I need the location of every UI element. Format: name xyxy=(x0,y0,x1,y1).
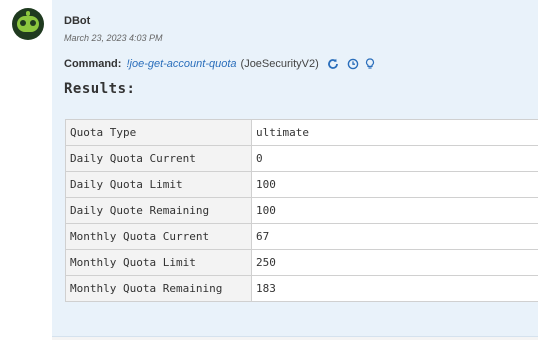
table-row: Monthly Quota Limit 250 xyxy=(65,249,538,276)
lightbulb-icon[interactable] xyxy=(365,58,375,70)
avatar-column xyxy=(0,0,52,340)
row-key: Monthly Quota Current xyxy=(65,223,252,250)
row-key: Quota Type xyxy=(65,119,252,146)
table-row: Monthly Quota Current 67 xyxy=(65,223,538,250)
row-value: 0 xyxy=(251,145,538,172)
row-value: 183 xyxy=(251,275,538,302)
results-table: Quota Type ultimate Daily Quota Current … xyxy=(65,119,538,302)
table-row: Daily Quota Limit 100 xyxy=(65,171,538,198)
avatar-eye-left xyxy=(20,20,26,26)
table-row: Daily Quote Remaining 100 xyxy=(65,197,538,224)
row-value: 67 xyxy=(251,223,538,250)
robot-icon xyxy=(17,16,39,32)
war-room-entry: DBot March 23, 2023 4:03 PM Command: !jo… xyxy=(52,0,538,337)
row-value: 250 xyxy=(251,249,538,276)
table-row: Monthly Quota Remaining 183 xyxy=(65,275,538,302)
row-value: 100 xyxy=(251,197,538,224)
avatar-eye-right xyxy=(30,20,36,26)
results-title: Results: xyxy=(64,81,136,97)
row-key: Monthly Quota Limit xyxy=(65,249,252,276)
command-line: Command: !joe-get-account-quota (JoeSecu… xyxy=(64,58,375,70)
integration-name: (JoeSecurityV2) xyxy=(240,58,319,70)
entry-author: DBot xyxy=(64,15,91,27)
row-value: ultimate xyxy=(251,119,538,146)
refresh-icon[interactable] xyxy=(327,58,339,70)
table-row: Quota Type ultimate xyxy=(65,119,538,146)
row-key: Daily Quota Limit xyxy=(65,171,252,198)
row-key: Daily Quote Remaining xyxy=(65,197,252,224)
clock-icon[interactable] xyxy=(347,58,359,70)
row-key: Monthly Quota Remaining xyxy=(65,275,252,302)
row-key: Daily Quota Current xyxy=(65,145,252,172)
command-label: Command: xyxy=(64,58,122,70)
entry-timestamp: March 23, 2023 4:03 PM xyxy=(64,33,163,43)
table-row: Daily Quota Current 0 xyxy=(65,145,538,172)
command-name-link[interactable]: !joe-get-account-quota xyxy=(126,58,236,70)
row-value: 100 xyxy=(251,171,538,198)
dbot-avatar xyxy=(12,8,44,40)
